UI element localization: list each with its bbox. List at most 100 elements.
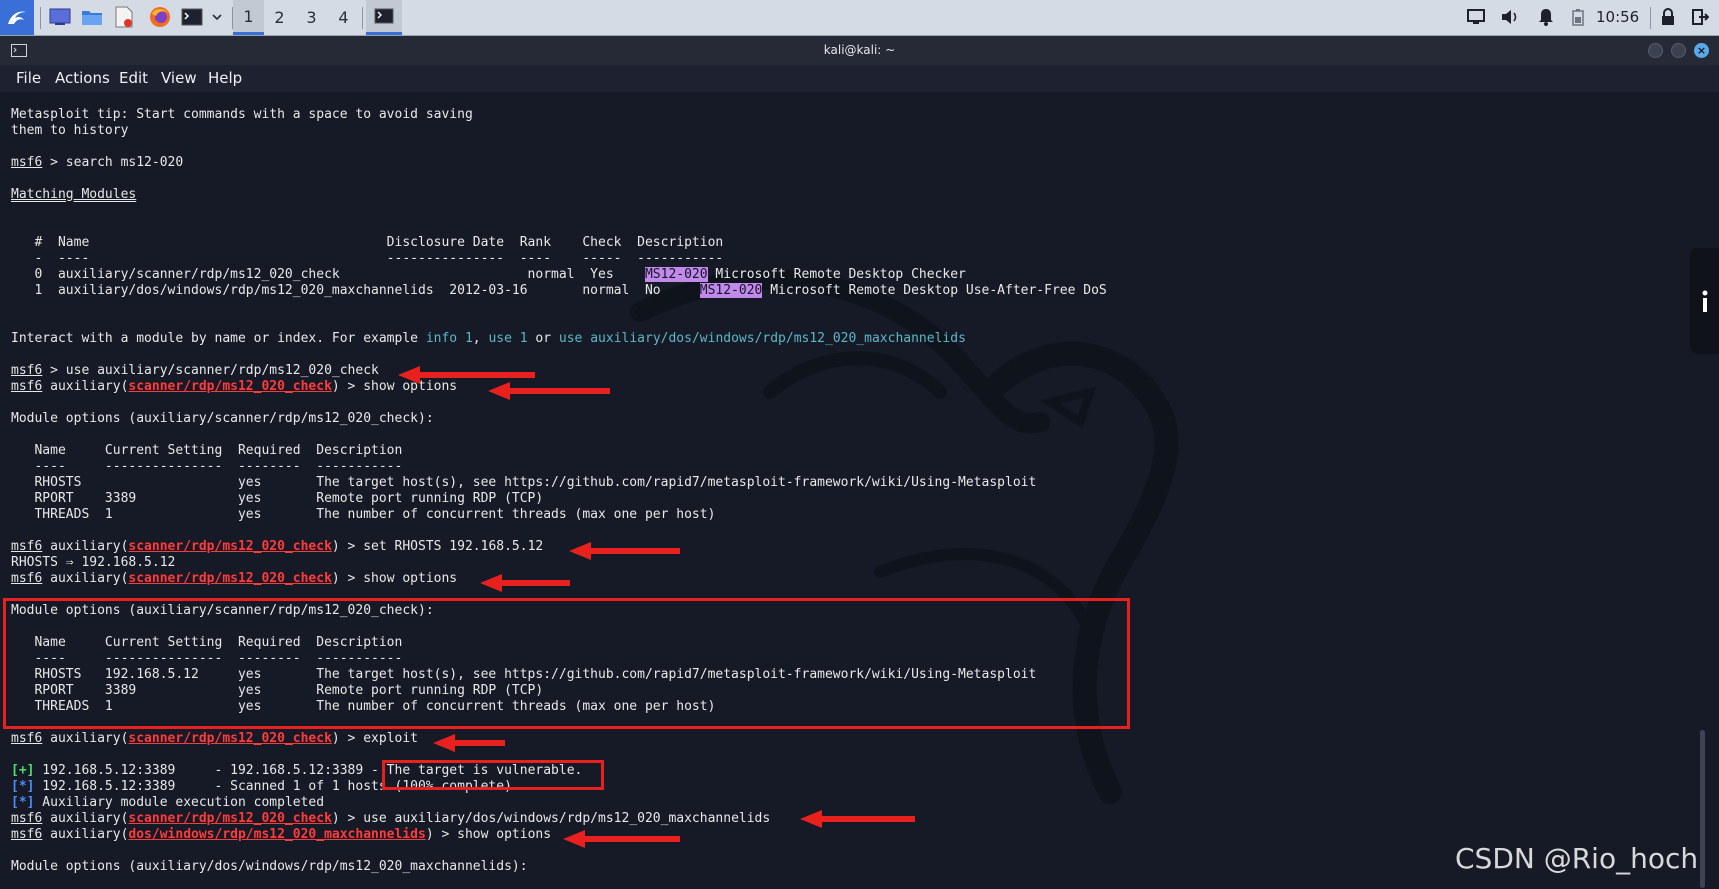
terminal-line: msf6 > search ms12-020: [11, 155, 1107, 171]
terminal-text-segment: or: [527, 331, 559, 346]
terminal-text-segment: them to history: [11, 123, 129, 138]
search-highlight: MS12-020: [644, 267, 708, 282]
file-manager-button[interactable]: [80, 5, 104, 29]
menu-edit[interactable]: Edit: [119, 69, 148, 87]
desktop-icon: [49, 8, 71, 25]
terminal-line: [*] 192.168.5.12:3389 - Scanned 1 of 1 h…: [11, 779, 1107, 795]
terminal-text-segment: msf6: [11, 731, 43, 746]
terminal-line: Module options (auxiliary/dos/windows/rd…: [11, 859, 1107, 875]
terminal-text-segment: RHOSTS ⇒ 192.168.5.12: [11, 555, 176, 570]
menubar: File Actions Edit View Help: [0, 65, 1719, 92]
firefox-button[interactable]: [148, 5, 172, 29]
bell-icon: [1539, 9, 1553, 26]
terminal-text-segment: auxiliary(: [42, 539, 129, 554]
minimize-button[interactable]: [1648, 43, 1663, 58]
terminal-text-segment: RHOSTS 192.168.5.12 yes The target host(…: [11, 667, 1037, 682]
terminal-text-segment: - ---- --------------- ---- ----- ------…: [11, 251, 724, 266]
notifications-indicator[interactable]: [1534, 5, 1558, 29]
terminal-text-segment: msf6: [11, 571, 43, 586]
terminal-text-segment: Matching Modules: [11, 187, 137, 202]
terminal-text-segment: msf6: [11, 811, 43, 826]
terminal-text-segment: msf6: [11, 363, 43, 378]
menu-help[interactable]: Help: [208, 69, 242, 87]
terminal-text-segment: 192.168.5.12:3389 - Scanned 1 of 1 hosts…: [34, 779, 512, 794]
terminal-text-segment: THREADS 1 yes The number of concurrent t…: [11, 699, 716, 714]
terminal-text-segment: [+]: [11, 763, 35, 778]
terminal-line: Interact with a module by name or index.…: [11, 331, 1107, 347]
terminal-text-segment: ---- --------------- -------- ----------…: [11, 459, 403, 474]
taskbar-separator: [362, 7, 363, 29]
terminal-launcher-button[interactable]: [180, 5, 204, 29]
module-prompt: scanner/rdp/ms12_020_check: [128, 379, 332, 394]
logout-button[interactable]: [1688, 5, 1712, 29]
workspace-1[interactable]: 1: [233, 0, 264, 35]
workspace-2[interactable]: 2: [264, 0, 295, 35]
taskbar-separator: [1650, 7, 1651, 29]
menu-file[interactable]: File: [16, 69, 41, 87]
taskbar-separator: [40, 7, 41, 29]
terminal-text-segment: > search ms12-020: [42, 155, 184, 170]
terminal-text-segment: RHOSTS yes The target host(s), see https…: [11, 475, 1037, 490]
terminal-output[interactable]: Metasploit tip: Start commands with a sp…: [0, 92, 1719, 889]
search-highlight: MS12-020: [699, 283, 763, 298]
terminal-scrollbar[interactable]: [1700, 730, 1705, 888]
terminal-line: 1 auxiliary/dos/windows/rdp/ms12_020_max…: [11, 283, 1107, 299]
terminal-line: ---- --------------- -------- ----------…: [11, 651, 1107, 667]
terminal-text-segment: 1 auxiliary/dos/windows/rdp/ms12_020_max…: [11, 283, 700, 298]
terminal-text-segment: ,: [472, 331, 489, 346]
terminal-line: Name Current Setting Required Descriptio…: [11, 635, 1107, 651]
battery-icon: [1572, 9, 1584, 26]
close-button[interactable]: ×: [1694, 43, 1709, 58]
terminal-text-segment: Module options (auxiliary/scanner/rdp/ms…: [11, 603, 434, 618]
terminal-text-segment: Interact with a module by name or index.…: [11, 331, 426, 346]
terminal-text-segment: auxiliary(: [42, 731, 129, 746]
folder-icon: [82, 11, 102, 25]
terminal-text-segment: Module options (auxiliary/dos/windows/rd…: [11, 859, 528, 874]
workspace-3[interactable]: 3: [296, 0, 327, 35]
window-titlebar[interactable]: kali@kali: ~ ×: [0, 36, 1719, 65]
terminal-text-segment: auxiliary(: [42, 571, 129, 586]
launcher-dropdown[interactable]: [205, 5, 229, 29]
terminal-line: msf6 auxiliary(scanner/rdp/ms12_020_chec…: [11, 731, 1107, 747]
terminal-text-segment: ---- --------------- -------- ----------…: [11, 651, 403, 666]
menu-actions[interactable]: Actions: [55, 69, 110, 87]
terminal-text-segment: Metasploit tip: Start commands with a sp…: [11, 107, 473, 122]
lock-screen-button[interactable]: [1656, 5, 1680, 29]
display-indicator[interactable]: [1464, 5, 1488, 29]
terminal-line: Module options (auxiliary/scanner/rdp/ms…: [11, 411, 1107, 427]
terminal-text: Metasploit tip: Start commands with a sp…: [11, 107, 1107, 875]
show-desktop-button[interactable]: [48, 5, 72, 29]
kali-menu-button[interactable]: [0, 0, 34, 35]
terminal-text-segment: ) > show options: [331, 571, 458, 586]
terminal-icon: [181, 8, 203, 26]
csdn-watermark: CSDN @Rio_hoch: [1455, 842, 1699, 875]
terminal-text-segment: 192.168.5.12:3389 - 192.168.5.12:3389 - …: [34, 763, 583, 778]
terminal-text-segment: Name Current Setting Required Descriptio…: [11, 635, 403, 650]
close-icon: ×: [1696, 44, 1707, 57]
menu-view[interactable]: View: [161, 69, 197, 87]
terminal-line: msf6 auxiliary(dos/windows/rdp/ms12_020_…: [11, 827, 1107, 843]
terminal-line: RHOSTS ⇒ 192.168.5.12: [11, 555, 1107, 571]
battery-indicator[interactable]: [1566, 5, 1590, 29]
workspace-4[interactable]: 4: [328, 0, 359, 35]
terminal-line: 0 auxiliary/scanner/rdp/ms12_020_check n…: [11, 267, 1107, 283]
monitor-icon: [1467, 9, 1485, 24]
taskbar-terminal-window[interactable]: [366, 0, 402, 35]
terminal-text-segment: use auxiliary/dos/windows/rdp/ms12_020_m…: [558, 331, 966, 346]
terminal-text-segment: msf6: [11, 827, 43, 842]
terminal-line: msf6 > use auxiliary/scanner/rdp/ms12_02…: [11, 363, 1107, 379]
terminal-line: msf6 auxiliary(scanner/rdp/ms12_020_chec…: [11, 379, 1107, 395]
chevron-down-icon: [212, 14, 222, 21]
clock[interactable]: 10:56: [1596, 8, 1639, 26]
module-prompt: scanner/rdp/ms12_020_check: [128, 811, 332, 826]
terminal-line: Metasploit tip: Start commands with a sp…: [11, 107, 1107, 123]
volume-indicator[interactable]: [1498, 5, 1522, 29]
maximize-button[interactable]: [1671, 43, 1686, 58]
text-editor-button[interactable]: [112, 5, 136, 29]
